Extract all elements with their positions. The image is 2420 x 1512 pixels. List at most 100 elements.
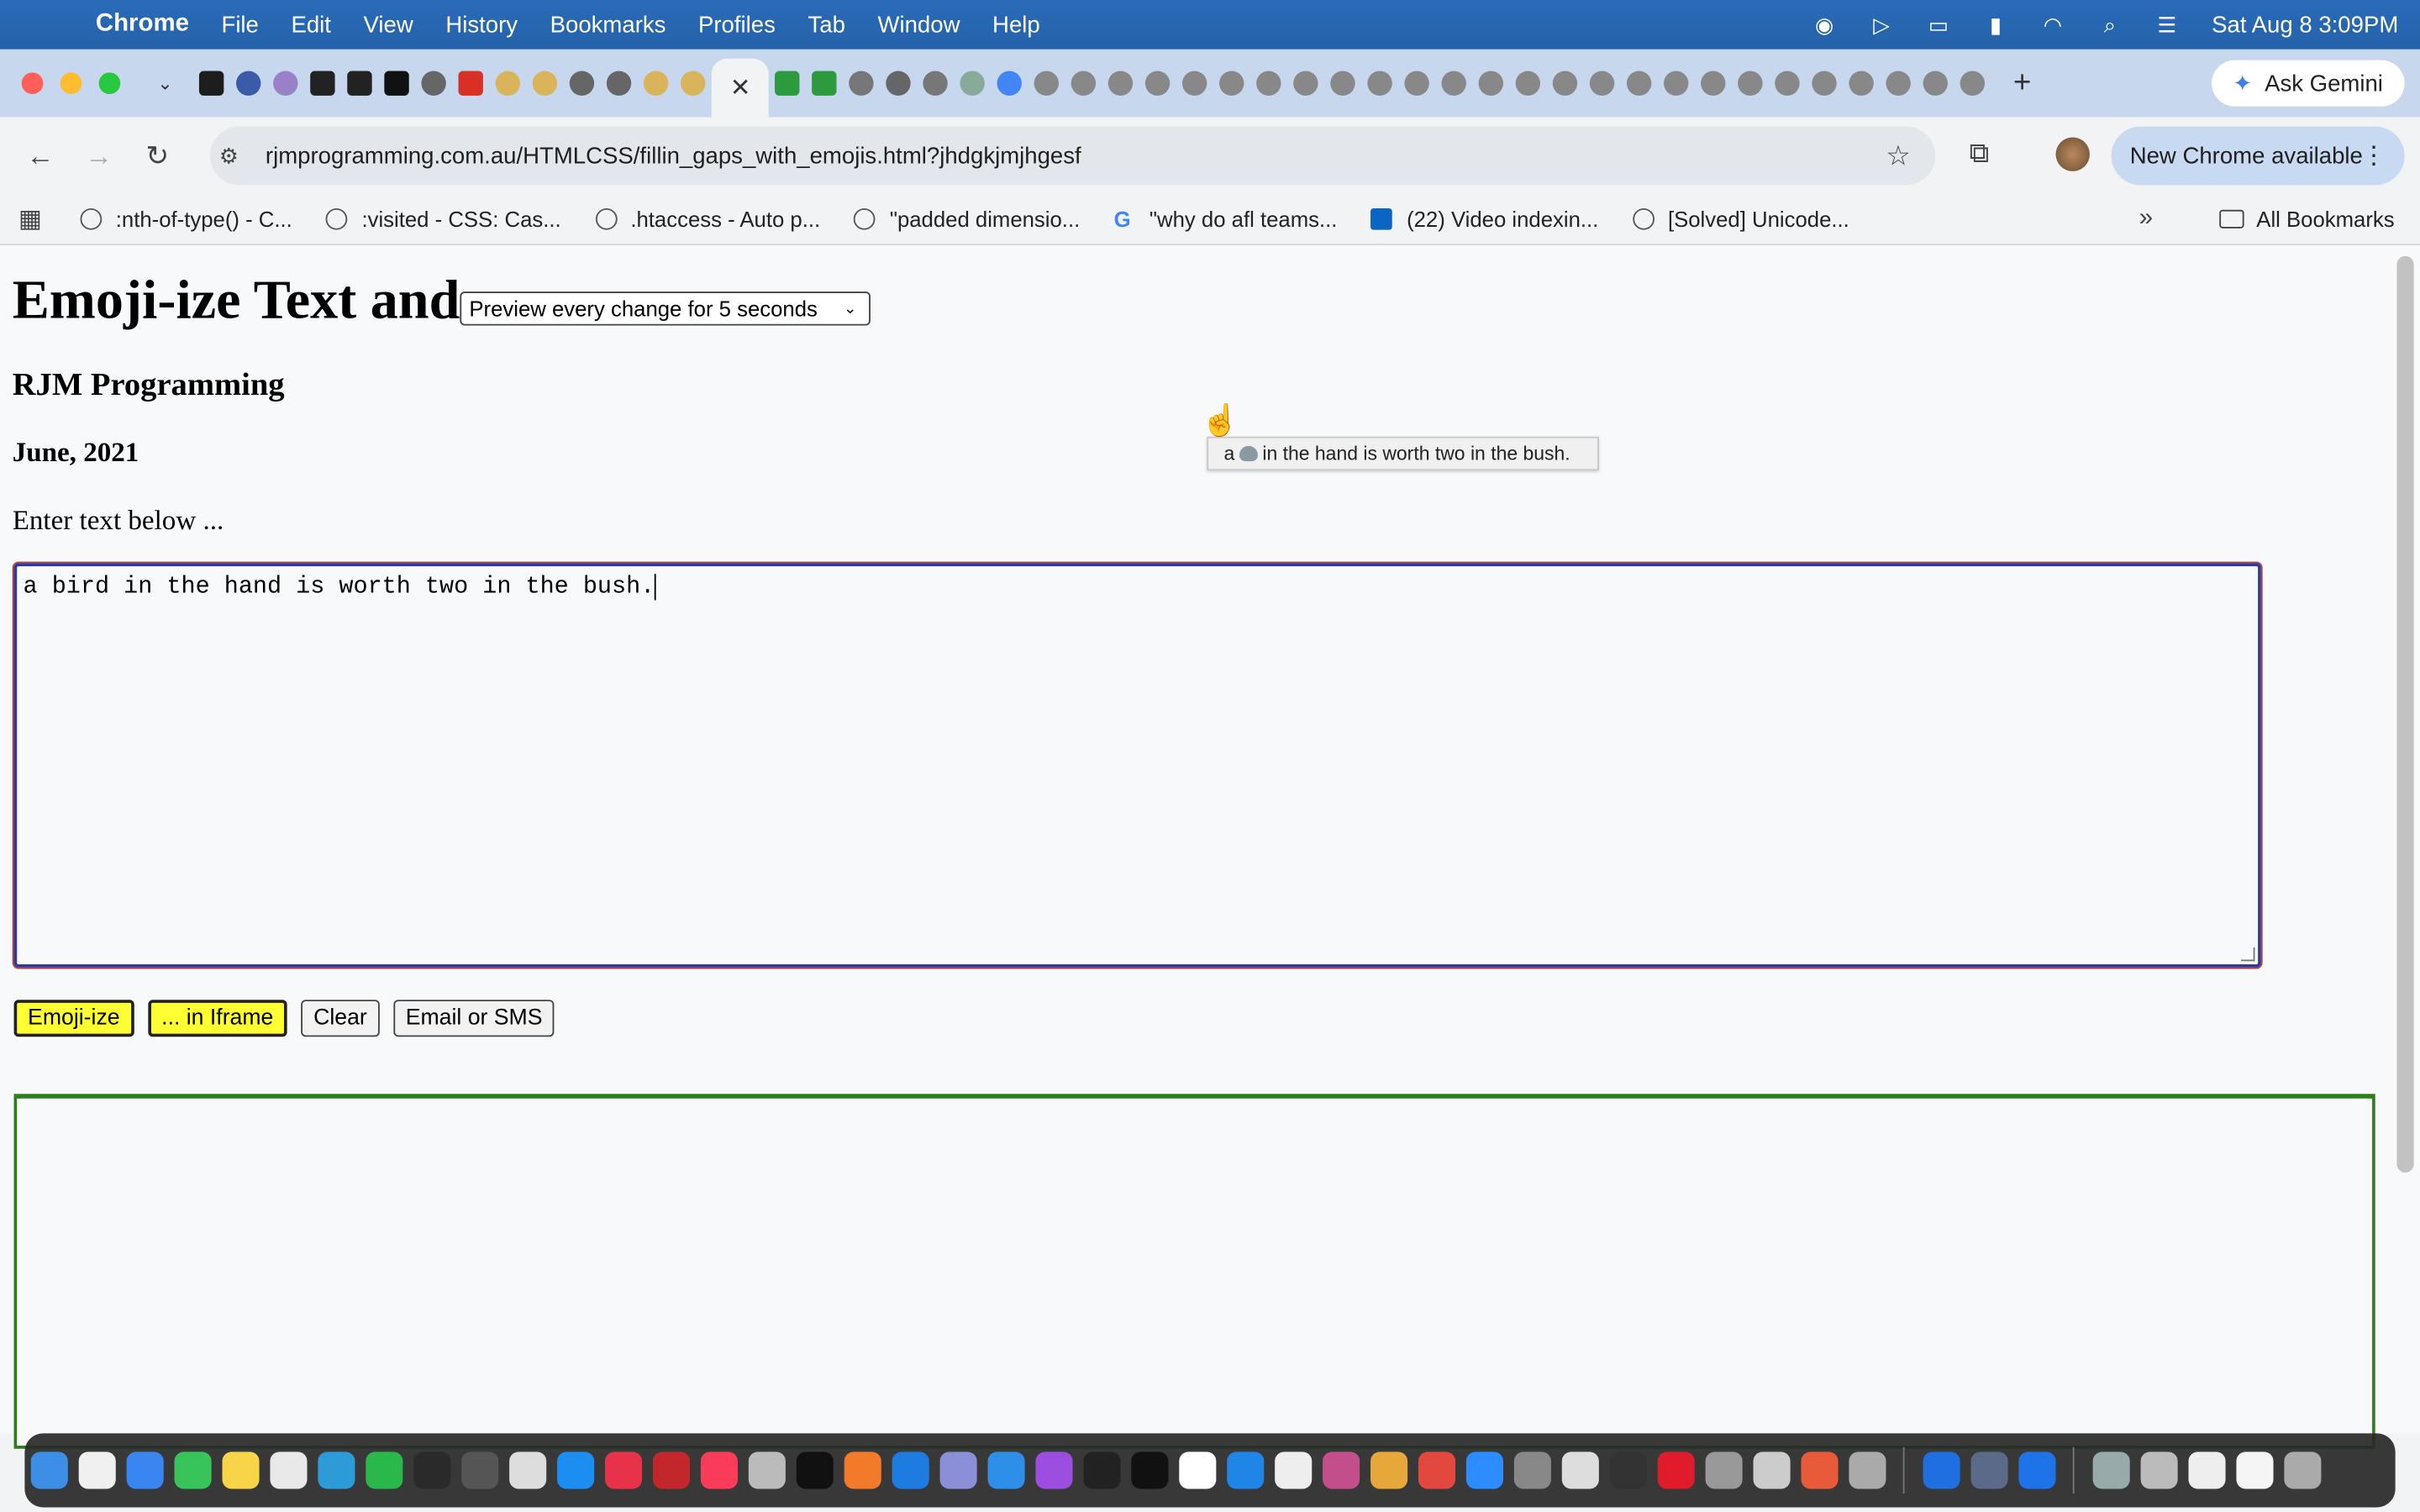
dock-folder-icon[interactable] (2187, 1452, 2225, 1489)
battery-icon[interactable]: ▮ (1982, 12, 2010, 37)
new-chrome-available-button[interactable]: New Chrome available ⋮ (2111, 126, 2405, 186)
tab-favicon[interactable] (198, 71, 224, 96)
dock-app-icon[interactable] (1226, 1452, 1264, 1489)
dock-app-icon[interactable] (1848, 1452, 1886, 1489)
zoom-status-icon[interactable]: ◉ (1811, 12, 1839, 37)
dock-app-icon[interactable] (508, 1452, 546, 1489)
menu-tab[interactable]: Tab (808, 12, 844, 38)
podcasts-icon[interactable] (1034, 1452, 1072, 1489)
tab-favicon[interactable] (458, 71, 483, 96)
resize-handle-icon[interactable] (2240, 947, 2255, 962)
tab-favicon[interactable] (886, 71, 912, 96)
dock-app-icon[interactable] (1322, 1452, 1360, 1489)
tab-favicon[interactable] (1442, 71, 1467, 96)
bookmark-item[interactable]: G "why do afl teams... (1114, 207, 1338, 231)
xcode-icon[interactable] (891, 1452, 929, 1489)
zoom-window-button[interactable] (98, 72, 121, 95)
dock-app-icon[interactable] (939, 1452, 976, 1489)
tab-favicon[interactable] (421, 71, 446, 96)
tab-favicon[interactable] (1516, 71, 1541, 96)
tab-favicon[interactable] (1034, 71, 1060, 96)
bookmark-item[interactable]: [Solved] Unicode... (1632, 207, 1849, 232)
new-tab-button[interactable]: + (2013, 66, 2031, 101)
tab-favicon[interactable] (1553, 71, 1578, 96)
bookmark-item[interactable]: :nth-of-type() - C... (80, 207, 292, 232)
tab-favicon[interactable] (1145, 71, 1171, 96)
dock-app-icon[interactable] (1082, 1452, 1120, 1489)
apps-grid-icon[interactable]: ▦ (18, 203, 46, 234)
tab-favicon[interactable] (310, 71, 335, 96)
address-url[interactable]: rjmprogramming.com.au/HTMLCSS/fillin_gap… (266, 143, 1081, 169)
notes-icon[interactable] (221, 1452, 259, 1489)
tab-favicon[interactable] (997, 71, 1023, 96)
more-bookmarks-chevron-icon[interactable]: » (2139, 205, 2153, 233)
menu-edit[interactable]: Edit (291, 12, 330, 38)
chrome-icon[interactable] (1418, 1452, 1455, 1489)
tab-favicon[interactable] (1923, 71, 1949, 96)
dock-folder-icon[interactable] (2235, 1452, 2273, 1489)
menu-history[interactable]: History (445, 12, 518, 38)
clear-button[interactable]: Clear (301, 1000, 380, 1037)
facetime-icon[interactable] (365, 1452, 402, 1489)
freeform-icon[interactable] (317, 1452, 355, 1489)
reload-icon[interactable]: ↻ (139, 137, 176, 174)
bookmark-item[interactable]: .htaccess - Auto p... (595, 207, 820, 232)
dock-folder-icon[interactable] (2091, 1452, 2129, 1489)
tab-favicon[interactable] (812, 71, 838, 96)
calendar-icon[interactable] (1178, 1452, 1216, 1489)
tab-favicon[interactable] (1182, 71, 1208, 96)
bookmark-item[interactable]: :visited - CSS: Cas... (326, 207, 561, 232)
menu-file[interactable]: File (221, 12, 258, 38)
control-center-icon[interactable]: ☰ (2153, 12, 2181, 37)
dock-app-icon[interactable] (1752, 1452, 1790, 1489)
tab-favicon[interactable] (495, 71, 520, 96)
profile-avatar[interactable] (2055, 137, 2090, 171)
tab-favicon[interactable] (606, 71, 632, 96)
menu-profiles[interactable]: Profiles (698, 12, 776, 38)
opera-icon[interactable] (1656, 1452, 1694, 1489)
app-store-icon[interactable] (556, 1452, 594, 1489)
tab-favicon[interactable] (681, 71, 706, 96)
menu-clock[interactable]: Sat Aug 8 3:09PM (2212, 12, 2398, 38)
spotlight-search-icon[interactable]: ⌕ (2096, 12, 2123, 37)
safari-icon[interactable] (986, 1452, 1024, 1489)
tab-favicon[interactable] (273, 71, 298, 96)
bookmark-item[interactable]: (22) Video indexin... (1370, 207, 1598, 232)
calculator-icon[interactable] (460, 1452, 498, 1489)
tab-favicon[interactable] (1405, 71, 1430, 96)
trash-icon[interactable] (2283, 1452, 2321, 1489)
tab-favicon[interactable] (569, 71, 595, 96)
finder-icon[interactable] (29, 1452, 67, 1489)
dock-app-icon[interactable] (413, 1452, 450, 1489)
terminal-icon[interactable] (1130, 1452, 1168, 1489)
tab-favicon[interactable] (960, 71, 986, 96)
bluetooth-icon[interactable] (2018, 1452, 2055, 1489)
tab-favicon[interactable] (923, 71, 949, 96)
dock-app-icon[interactable] (1608, 1452, 1646, 1489)
mail-icon[interactable] (125, 1452, 163, 1489)
tab-favicon[interactable] (1368, 71, 1393, 96)
zoom-icon[interactable] (1465, 1452, 1503, 1489)
tab-favicon[interactable] (1590, 71, 1615, 96)
tab-favicon[interactable] (1479, 71, 1504, 96)
minimize-window-button[interactable] (60, 72, 82, 95)
tab-favicon[interactable] (1886, 71, 1912, 96)
tab-favicon[interactable] (1775, 71, 1801, 96)
dock-app-icon[interactable] (77, 1452, 115, 1489)
tab-favicon[interactable] (532, 71, 558, 96)
tab-search-chevron-icon[interactable]: ⌄ (146, 65, 183, 102)
dock-app-icon[interactable] (604, 1452, 642, 1489)
tab-favicon[interactable] (1738, 71, 1764, 96)
tab-favicon[interactable] (1219, 71, 1245, 96)
dock-app-icon[interactable] (1560, 1452, 1598, 1489)
menu-app-name[interactable]: Chrome (96, 11, 189, 39)
extensions-puzzle-icon[interactable]: ⧉ (1970, 137, 1990, 170)
dock-app-icon[interactable] (1922, 1452, 1960, 1489)
tab-favicon[interactable] (1331, 71, 1356, 96)
tab-favicon[interactable] (1256, 71, 1282, 96)
dock-app-icon[interactable] (269, 1452, 307, 1489)
emojiize-button[interactable]: Emoji-ize (13, 1000, 134, 1037)
tab-favicon[interactable] (1627, 71, 1653, 96)
dock-folder-icon[interactable] (2139, 1452, 2177, 1489)
in-iframe-button[interactable]: ... in Iframe (147, 1000, 287, 1037)
